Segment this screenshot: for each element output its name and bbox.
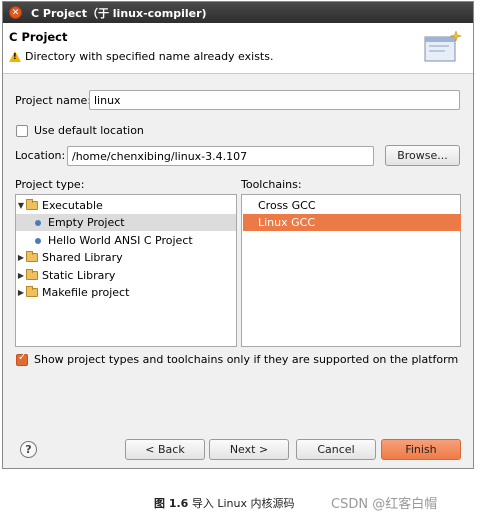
folder-icon: [26, 199, 38, 210]
location-label: Location:: [15, 149, 66, 162]
wizard-header: C Project Directory with specified name …: [3, 23, 473, 74]
use-default-location-label: Use default location: [34, 124, 144, 137]
toolchains-list[interactable]: Cross GCC Linux GCC: [241, 194, 461, 347]
figure-caption: 图 1.6 导入 Linux 内核源码: [154, 495, 294, 511]
collapsed-arrow-icon[interactable]: ▶: [16, 288, 26, 297]
figure-number: 图 1.6: [154, 497, 189, 510]
cancel-button[interactable]: Cancel: [296, 439, 376, 460]
status-message: Directory with specified name already ex…: [9, 50, 273, 63]
browse-button[interactable]: Browse...: [385, 145, 460, 166]
use-default-location-checkbox[interactable]: [16, 125, 28, 137]
folder-icon: [26, 251, 38, 262]
new-project-wizard-icon: [424, 30, 462, 62]
project-name-label: Project name:: [15, 94, 92, 107]
tree-item-static-library[interactable]: ▶ Static Library: [16, 267, 236, 284]
tree-item-label: Shared Library: [42, 251, 123, 264]
page-title: C Project: [9, 30, 68, 44]
toolchain-item-label: Cross GCC: [258, 199, 316, 212]
folder-icon: [26, 286, 38, 297]
tree-item-label: Empty Project: [48, 216, 125, 229]
tree-item-shared-library[interactable]: ▶ Shared Library: [16, 249, 236, 266]
location-input[interactable]: [67, 146, 374, 166]
tree-item-label: Static Library: [42, 269, 116, 282]
watermark: CSDN @红客白帽: [331, 497, 438, 512]
next-button[interactable]: Next >: [209, 439, 289, 460]
back-button[interactable]: < Back: [125, 439, 205, 460]
template-icon: [35, 219, 41, 226]
template-icon: [35, 237, 41, 244]
tree-item-label: Hello World ANSI C Project: [48, 234, 193, 247]
expanded-arrow-icon[interactable]: ▼: [16, 201, 26, 210]
tree-item-label: Executable: [42, 199, 103, 212]
tree-item-label: Makefile project: [42, 286, 130, 299]
project-type-tree[interactable]: ▼ Executable Empty Project Hello World A…: [15, 194, 237, 347]
toolchain-item-cross-gcc[interactable]: Cross GCC: [243, 197, 461, 214]
tree-item-hello-world[interactable]: Hello World ANSI C Project: [16, 232, 236, 249]
tree-item-empty-project[interactable]: Empty Project: [16, 214, 236, 231]
show-supported-only-label: Show project types and toolchains only i…: [34, 353, 459, 366]
folder-icon: [26, 269, 38, 280]
collapsed-arrow-icon[interactable]: ▶: [16, 253, 26, 262]
toolchain-item-label: Linux GCC: [258, 216, 316, 229]
finish-button[interactable]: Finish: [381, 439, 461, 460]
close-icon[interactable]: ✕: [9, 6, 22, 19]
window-title: C Project（于 linux-compiler): [31, 6, 207, 20]
tree-item-makefile-project[interactable]: ▶ Makefile project: [16, 284, 236, 301]
warning-icon: [9, 51, 21, 62]
help-icon[interactable]: ?: [20, 441, 37, 458]
toolchains-label: Toolchains:: [241, 178, 302, 191]
project-type-label: Project type:: [15, 178, 85, 191]
title-bar: ✕ C Project（于 linux-compiler): [3, 2, 473, 23]
toolchain-item-linux-gcc[interactable]: Linux GCC: [243, 214, 461, 231]
tree-item-executable[interactable]: ▼ Executable: [16, 197, 236, 214]
c-project-dialog: ✕ C Project（于 linux-compiler) C Project …: [2, 1, 474, 469]
show-supported-only-checkbox[interactable]: [16, 352, 28, 366]
status-message-text: Directory with specified name already ex…: [25, 50, 274, 63]
project-name-input[interactable]: [89, 90, 460, 110]
collapsed-arrow-icon[interactable]: ▶: [16, 271, 26, 280]
figure-caption-text: 导入 Linux 内核源码: [191, 497, 295, 510]
